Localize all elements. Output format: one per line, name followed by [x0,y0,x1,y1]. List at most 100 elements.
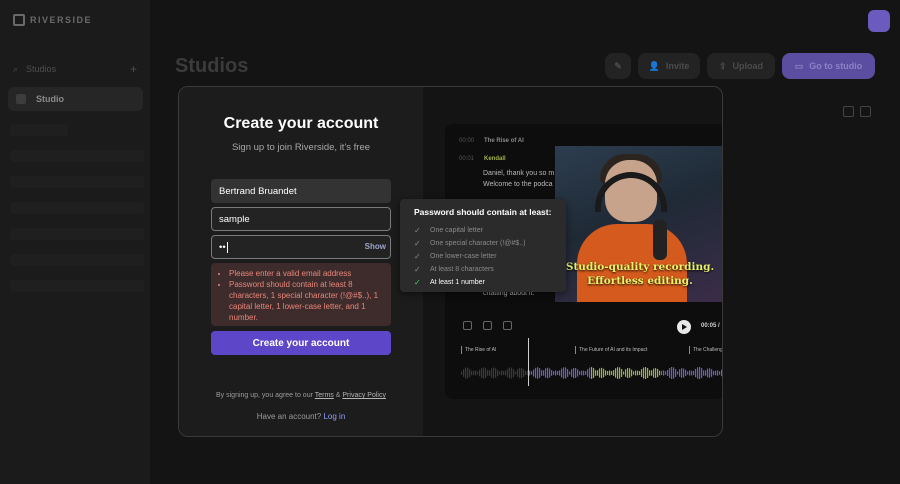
playhead[interactable] [528,338,529,386]
error-box: Please enter a valid email address Passw… [211,263,391,326]
password-rule: ✓ One special character (!@#$..) [414,237,566,250]
waveform-bar [523,369,525,377]
waveform-bar [549,368,551,378]
password-rule-label: One special character (!@#$..) [430,240,526,247]
waveform-bar [719,371,721,375]
waveform-bar [639,371,641,375]
waveform-bar [503,370,505,376]
split-icon[interactable] [463,321,472,330]
waveform-bar [701,368,703,378]
copy-icon[interactable] [503,321,512,330]
waveform-bar [591,367,593,379]
sidebar-studios-header[interactable]: ⌕ Studios + [13,62,137,76]
sidebar-item-studio[interactable]: Studio [8,87,143,111]
name-value: Bertrand Bruandet [219,185,297,197]
pencil-icon: ✎ [614,60,622,71]
sort-icon[interactable] [843,106,854,117]
waveform-bar [705,370,707,376]
waveform-bar [631,369,633,377]
terms-prefix: By signing up, you agree to our [216,392,313,399]
caption-line: Effortless editing. [587,275,693,287]
show-password-button[interactable]: Show [365,242,386,251]
waveform-bar [617,367,619,379]
check-icon: ✓ [414,265,421,274]
waveform-bar [561,368,563,378]
password-error: Password should contain at least 8 chara… [229,279,385,323]
avatar[interactable] [868,10,890,32]
logo-text: RIVERSIDE [30,15,93,25]
waveform-bar [511,367,513,379]
sidebar: RIVERSIDE ⌕ Studios + Studio [0,0,150,484]
audio-waveform [461,366,722,380]
waveform-bar [595,370,597,376]
waveform-bar [587,369,589,377]
upload-button[interactable]: ⇪ Upload [707,53,775,79]
waveform-bar [525,370,527,376]
waveform-bar [609,370,611,376]
page-title: Studios [175,55,249,77]
login-prefix: Have an account? [256,412,322,421]
waveform-bar [615,368,617,378]
waveform-bar [637,370,639,376]
waveform-bar [659,370,661,376]
waveform-bar [505,370,507,376]
password-rule-label: One capital letter [430,227,483,234]
password-rule: ✓ One capital letter [414,224,566,237]
waveform-bar [607,371,609,375]
waveform-bar [589,367,591,379]
terms-link[interactable]: Terms [315,392,334,399]
waveform-bar [649,370,651,376]
login-link[interactable]: Log in [323,412,345,421]
sidebar-placeholder [10,150,144,162]
waveform-bar [581,370,583,376]
waveform-bar [533,369,535,377]
waveform-bar [695,368,697,378]
sidebar-placeholder [10,202,144,214]
name-field[interactable]: Bertrand Bruandet [211,179,391,203]
email-field[interactable]: sample [211,207,391,231]
transcript-title-row: 00:00 The Rise of AI [459,138,524,144]
waveform-bar [509,367,511,379]
privacy-policy-link[interactable]: Privacy Policy [342,392,386,399]
riverside-logo[interactable]: RIVERSIDE [13,14,92,26]
sidebar-placeholder [10,176,144,188]
timecode: 00:05 / [701,323,720,329]
waveform-bar [643,367,645,379]
timeline-segment[interactable]: The Challeng [689,346,722,354]
waveform-bar [577,369,579,377]
edit-button[interactable]: ✎ [605,53,631,79]
terms-amp: & [335,392,341,399]
create-account-button[interactable]: Create your account [211,331,391,355]
password-rule: ✓ One lower-case letter [414,250,566,263]
timeline-segment[interactable]: The Rise of AI [461,346,496,354]
waveform-bar [699,366,701,380]
play-button[interactable] [677,320,691,334]
waveform-bar [517,369,519,377]
transcript-line: Daniel, thank you so m [483,170,555,177]
waveform-bar [683,368,685,378]
waveform-bar [613,370,615,376]
grid-view-icon[interactable] [860,106,871,117]
waveform-bar [463,369,465,377]
add-studio-icon[interactable]: + [130,62,137,76]
waveform-bar [621,369,623,377]
waveform-bar [521,367,523,379]
camera-icon: ▭ [794,60,804,71]
waveform-bar [579,371,581,375]
invite-button[interactable]: 👤 Invite [638,53,700,79]
waveform-bar [687,371,689,375]
waveform-bar [567,369,569,377]
timeline-segment[interactable]: The Future of AI and its Impact [575,346,647,354]
waveform-bar [673,367,675,379]
waveform-bar [693,370,695,376]
waveform-bar [477,371,479,375]
password-field[interactable]: •• Show [211,235,391,259]
sidebar-item-label: Studio [36,94,64,104]
sidebar-placeholder [10,280,144,292]
waveform-bar [475,370,477,376]
tooltip-title: Password should contain at least: [414,207,552,217]
go-to-studio-button[interactable]: ▭ Go to studio [782,53,875,79]
waveform-bar [627,368,629,378]
trash-icon[interactable] [483,321,492,330]
invite-label: Invite [665,61,690,71]
